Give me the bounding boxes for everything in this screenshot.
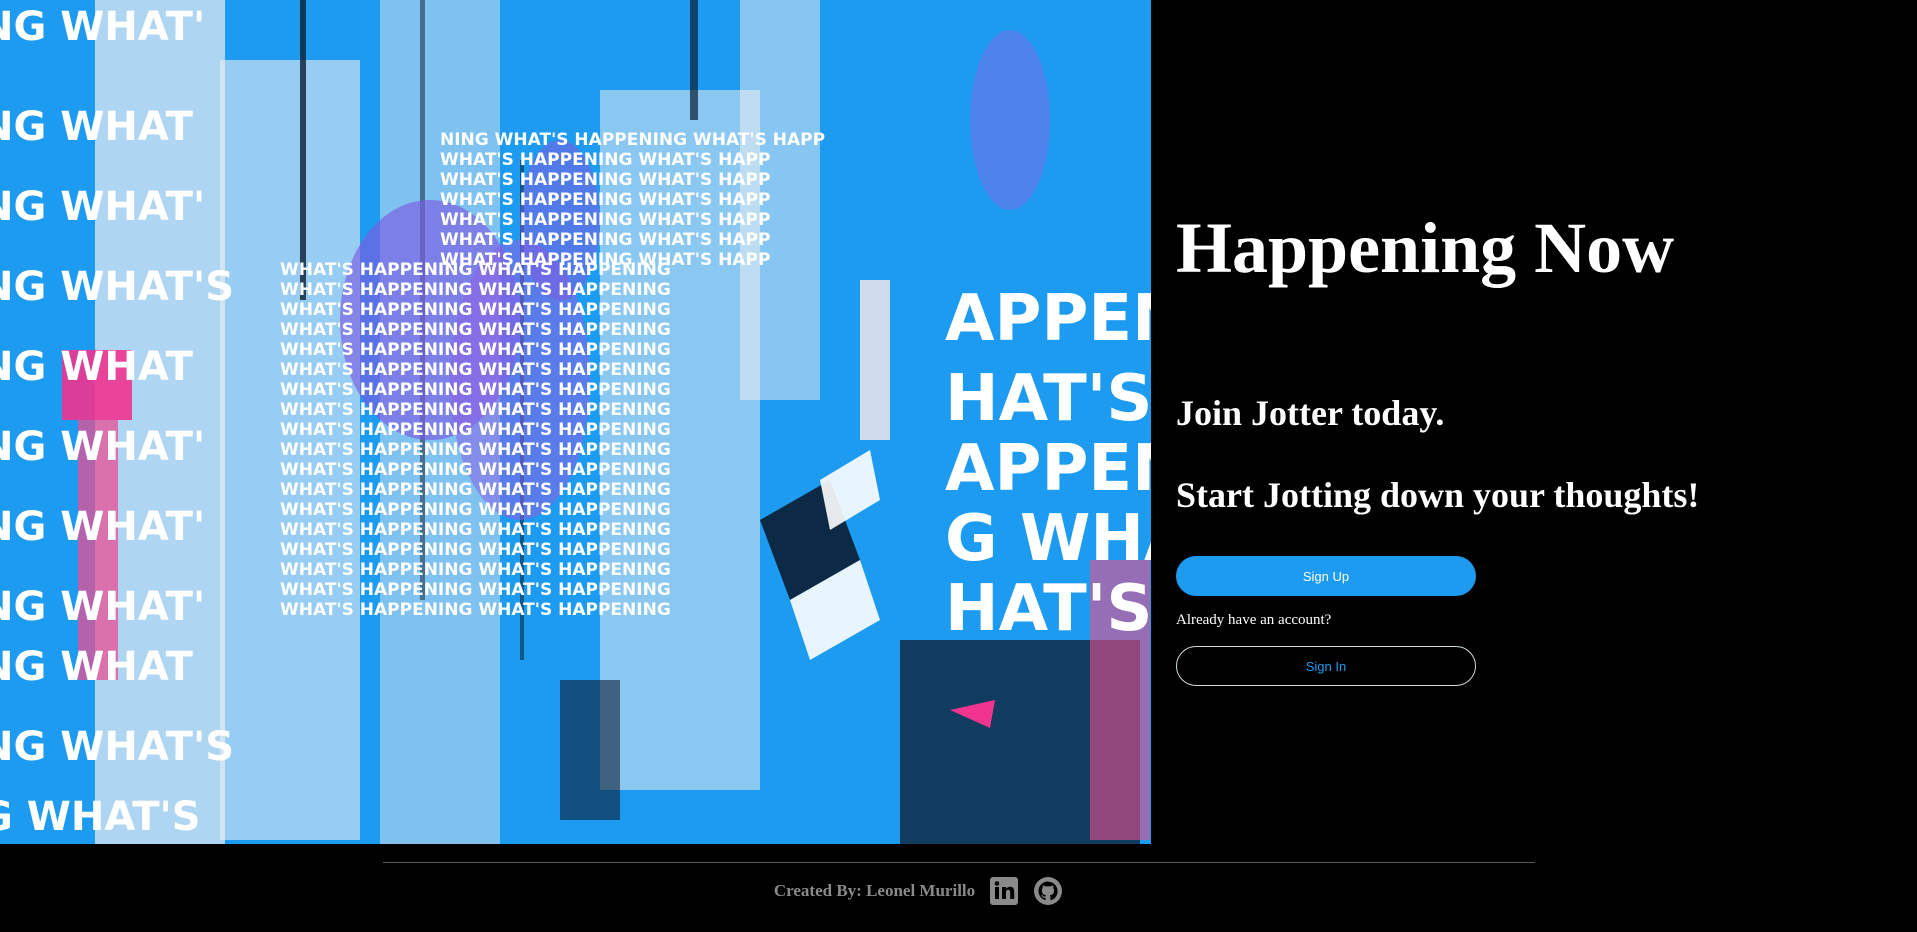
linkedin-icon[interactable] bbox=[989, 876, 1019, 906]
svg-text:WHAT'S HAPPENING WHAT'S HAPP: WHAT'S HAPPENING WHAT'S HAPP bbox=[440, 210, 770, 230]
footer: Created By: Leonel Murillo bbox=[0, 876, 1877, 906]
svg-text:WHAT'S HAPPENING WHAT'S HAPPEN: WHAT'S HAPPENING WHAT'S HAPPENING bbox=[280, 320, 671, 340]
svg-text:WHAT'S HAPPENING WHAT'S HAPPEN: WHAT'S HAPPENING WHAT'S HAPPENING bbox=[280, 280, 671, 300]
svg-text:NG WHAT': NG WHAT' bbox=[0, 584, 205, 630]
landing-page: NG WHAT' NG WHAT NG WHAT' NG WHAT'S NG W… bbox=[0, 0, 1917, 932]
svg-text:NG WHAT: NG WHAT bbox=[0, 344, 194, 390]
sign-in-label: Sign In bbox=[1305, 658, 1347, 674]
svg-text:WHAT'S HAPPENING WHAT'S HAPPEN: WHAT'S HAPPENING WHAT'S HAPPENING bbox=[280, 500, 671, 520]
footer-divider bbox=[383, 862, 1535, 863]
svg-text:WHAT'S HAPPENING WHAT'S HAPPEN: WHAT'S HAPPENING WHAT'S HAPPENING bbox=[280, 360, 671, 380]
svg-text:NG WHAT'S: NG WHAT'S bbox=[0, 264, 234, 310]
svg-text:WHAT'S HAPPENING WHAT'S HAPPEN: WHAT'S HAPPENING WHAT'S HAPPENING bbox=[280, 440, 671, 460]
svg-text:NG WHAT': NG WHAT' bbox=[0, 4, 205, 50]
svg-text:WHAT'S HAPPENING WHAT'S HAPP: WHAT'S HAPPENING WHAT'S HAPP bbox=[440, 230, 770, 250]
svg-text:WHAT'S HAPPENING WHAT'S HAPPEN: WHAT'S HAPPENING WHAT'S HAPPENING bbox=[280, 340, 671, 360]
svg-text:WHAT'S HAPPENING WHAT'S HAPPEN: WHAT'S HAPPENING WHAT'S HAPPENING bbox=[280, 600, 671, 620]
svg-text:NING WHAT'S HAPPENING WHAT'S H: NING WHAT'S HAPPENING WHAT'S HAPP bbox=[440, 130, 825, 150]
page-title: Happening Now bbox=[1176, 208, 1675, 288]
svg-text:G WHAT'S: G WHAT'S bbox=[0, 794, 201, 840]
signup-panel: Happening Now Join Jotter today. Start J… bbox=[1176, 0, 1876, 844]
svg-text:WHAT'S HAPPENING WHAT'S HAPP: WHAT'S HAPPENING WHAT'S HAPP bbox=[440, 150, 770, 170]
svg-text:WHAT'S HAPPENING WHAT'S HAPP: WHAT'S HAPPENING WHAT'S HAPP bbox=[440, 250, 770, 270]
sign-up-label: Sign Up bbox=[1302, 568, 1350, 584]
sign-in-button[interactable]: Sign In bbox=[1176, 646, 1476, 686]
have-account-text: Already have an account? bbox=[1176, 612, 1332, 628]
svg-text:WHAT'S HAPPENING WHAT'S HAPPEN: WHAT'S HAPPENING WHAT'S HAPPENING bbox=[280, 520, 671, 540]
svg-text:HAT'S HA: HAT'S HA bbox=[945, 362, 1151, 436]
svg-text:G WHAT'S: G WHAT'S bbox=[945, 502, 1151, 576]
author-credit: Created By: Leonel Murillo bbox=[773, 881, 976, 900]
svg-text:WHAT'S HAPPENING WHAT'S HAPPEN: WHAT'S HAPPENING WHAT'S HAPPENING bbox=[280, 460, 671, 480]
svg-text:WHAT'S HAPPENING WHAT'S HAPPEN: WHAT'S HAPPENING WHAT'S HAPPENING bbox=[280, 300, 671, 320]
tagline-heading: Start Jotting down your thoughts! bbox=[1176, 475, 1700, 515]
svg-text:WHAT'S HAPPENING WHAT'S HAPPEN: WHAT'S HAPPENING WHAT'S HAPPENING bbox=[280, 540, 671, 560]
hero-image: NG WHAT' NG WHAT NG WHAT' NG WHAT'S NG W… bbox=[0, 0, 1151, 844]
svg-text:NG WHAT'S: NG WHAT'S bbox=[0, 724, 234, 770]
svg-text:WHAT'S HAPPENING WHAT'S HAPPEN: WHAT'S HAPPENING WHAT'S HAPPENING bbox=[280, 480, 671, 500]
svg-text:NG WHAT: NG WHAT bbox=[0, 104, 194, 150]
svg-text:WHAT'S HAPPENING WHAT'S HAPPEN: WHAT'S HAPPENING WHAT'S HAPPENING bbox=[280, 380, 671, 400]
svg-text:NG WHAT': NG WHAT' bbox=[0, 424, 205, 470]
svg-text:WHAT'S HAPPENING WHAT'S HAPP: WHAT'S HAPPENING WHAT'S HAPP bbox=[440, 170, 770, 190]
svg-text:WHAT'S HAPPENING WHAT'S HAPPEN: WHAT'S HAPPENING WHAT'S HAPPENING bbox=[280, 400, 671, 420]
svg-text:WHAT'S HAPPENING WHAT'S HAPPEN: WHAT'S HAPPENING WHAT'S HAPPENING bbox=[280, 580, 671, 600]
join-heading: Join Jotter today. bbox=[1176, 393, 1445, 433]
svg-text:APPENII: APPENII bbox=[945, 432, 1151, 506]
svg-text:NG WHAT': NG WHAT' bbox=[0, 504, 205, 550]
svg-text:APPENII: APPENII bbox=[945, 282, 1151, 356]
sign-up-button[interactable]: Sign Up bbox=[1176, 556, 1476, 596]
github-icon[interactable] bbox=[1033, 876, 1063, 906]
svg-text:HAT'S HA: HAT'S HA bbox=[945, 572, 1151, 646]
svg-text:NG WHAT: NG WHAT bbox=[0, 644, 194, 690]
svg-text:NG WHAT': NG WHAT' bbox=[0, 184, 205, 230]
svg-text:WHAT'S HAPPENING WHAT'S HAPPEN: WHAT'S HAPPENING WHAT'S HAPPENING bbox=[280, 560, 671, 580]
svg-text:WHAT'S HAPPENING WHAT'S HAPP: WHAT'S HAPPENING WHAT'S HAPP bbox=[440, 190, 770, 210]
collage-artwork: NG WHAT' NG WHAT NG WHAT' NG WHAT'S NG W… bbox=[0, 0, 1151, 844]
svg-text:WHAT'S HAPPENING WHAT'S HAPPEN: WHAT'S HAPPENING WHAT'S HAPPENING bbox=[280, 420, 671, 440]
